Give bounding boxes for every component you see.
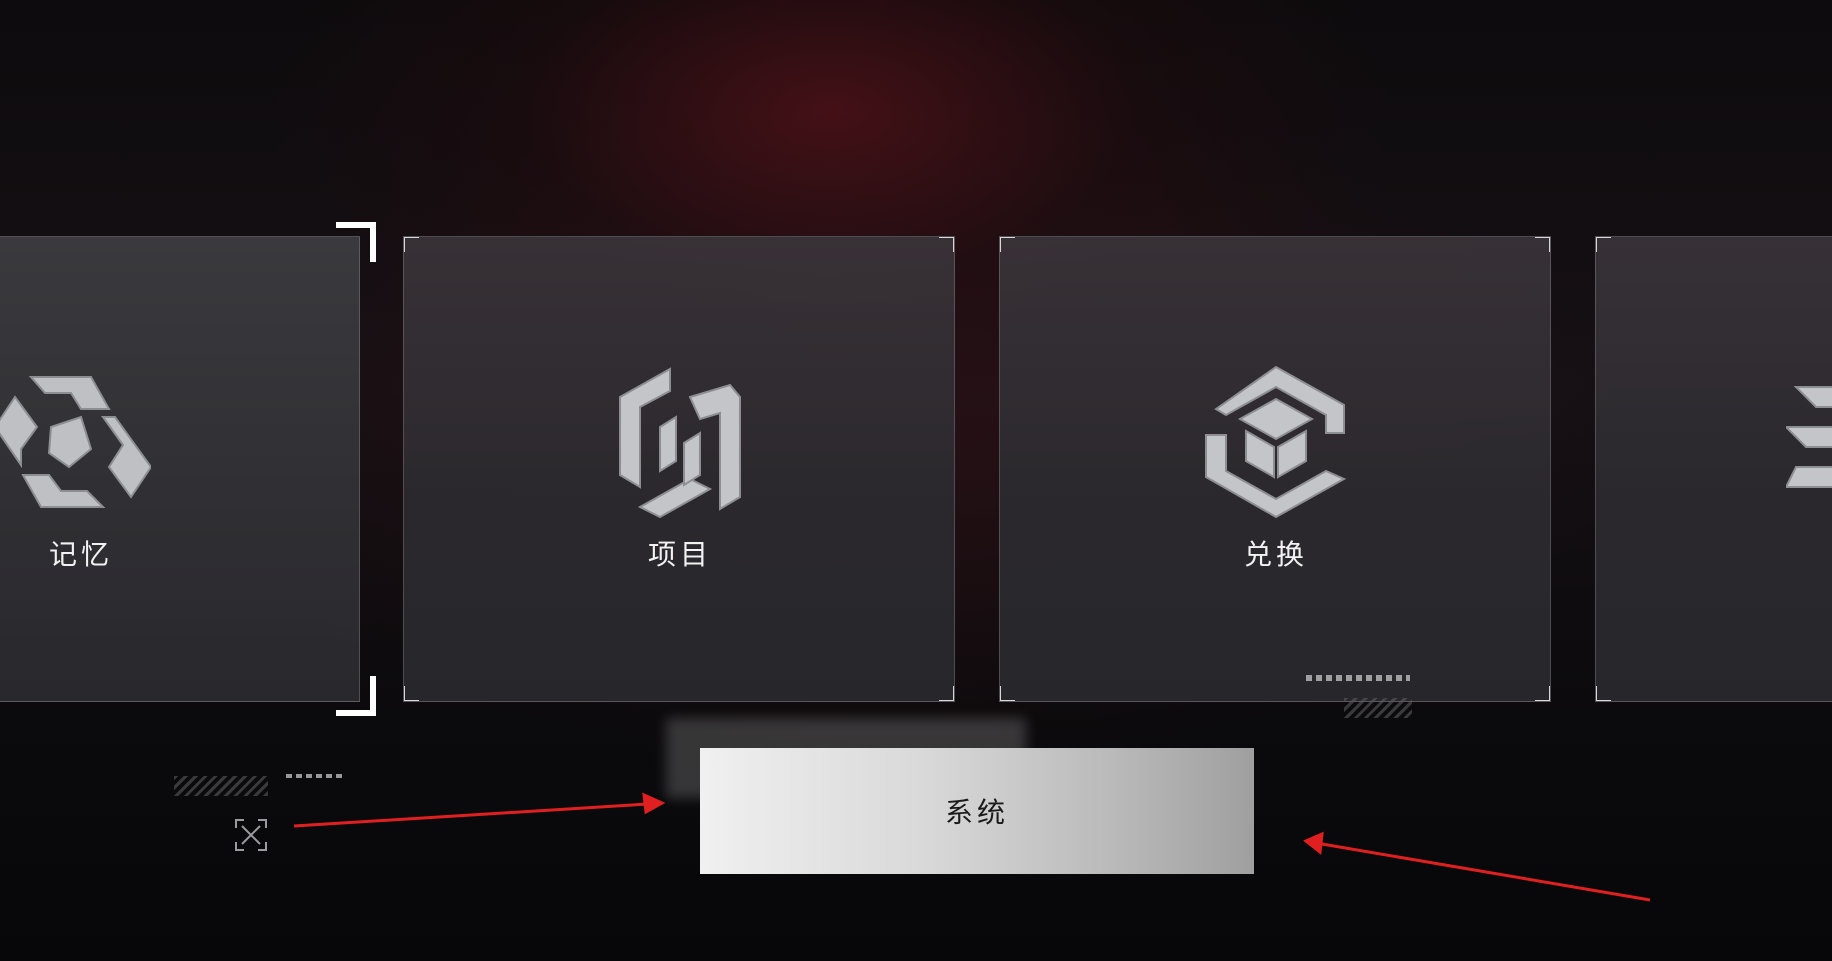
menu-card-memory-label: 记忆 (48, 538, 113, 571)
fullscreen-icon[interactable] (234, 818, 268, 852)
memory-emblem-icon (0, 376, 151, 508)
selection-bracket-top (336, 222, 376, 262)
menu-card-project-label: 项目 (647, 538, 712, 571)
corner-mark (404, 237, 419, 252)
corner-mark (1535, 686, 1550, 701)
decorative-stripes (1344, 698, 1412, 718)
system-button[interactable]: 系统 (700, 748, 1254, 874)
exchange-emblem-icon (1205, 365, 1347, 519)
corner-mark (939, 686, 954, 701)
partial-emblem-icon (1786, 386, 1832, 488)
menu-card-project[interactable]: 项目 (403, 236, 955, 702)
decorative-dots (1306, 675, 1410, 681)
corner-mark (1596, 686, 1611, 701)
project-emblem-icon (619, 367, 741, 519)
selection-bracket-bottom (336, 676, 376, 716)
corner-mark (1535, 237, 1550, 252)
corner-mark (939, 237, 954, 252)
menu-card-exchange[interactable]: 兑换 (999, 236, 1551, 702)
menu-card-partial[interactable] (1595, 236, 1832, 702)
decorative-stripes (174, 776, 268, 796)
corner-mark (404, 686, 419, 701)
corner-mark (1000, 237, 1015, 252)
corner-mark (1596, 237, 1611, 252)
corner-mark (1000, 686, 1015, 701)
menu-card-exchange-label: 兑换 (1243, 538, 1308, 571)
menu-card-memory[interactable]: 记忆 (0, 236, 360, 702)
decorative-dots (286, 774, 344, 778)
main-menu-screen: 记忆 项目 兑换 系统 (0, 0, 1832, 961)
